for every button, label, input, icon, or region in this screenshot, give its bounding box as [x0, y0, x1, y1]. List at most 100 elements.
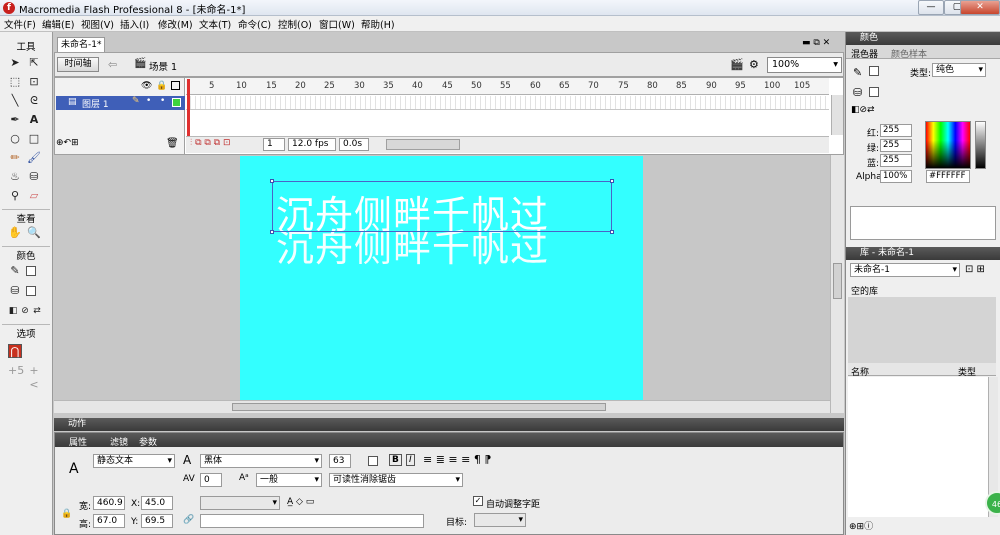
zoom-select[interactable]: 100% ▾ — [767, 57, 842, 73]
outline-icon[interactable] — [171, 81, 180, 90]
color-type-select[interactable]: 纯色 ▾ — [932, 63, 986, 77]
align-icons[interactable]: ≡ ≣ ≡ ≡ ¶ ⁋ — [423, 453, 491, 466]
menu-text[interactable]: 文本(T) — [199, 17, 231, 31]
stage-vscroll[interactable] — [830, 155, 844, 413]
width-input[interactable]: 460.9 — [93, 496, 125, 510]
ink-bottle-icon[interactable]: ♨ — [8, 170, 22, 184]
line-tool-icon[interactable]: ╲ — [8, 94, 22, 108]
tab-filters[interactable]: 滤镜 — [110, 435, 128, 448]
mixer-small-icons[interactable]: ◧⊘⇄ — [851, 105, 875, 115]
auto-kern-checkbox[interactable]: ✓ — [473, 496, 483, 506]
oval-tool-icon[interactable]: ○ — [8, 132, 22, 146]
zoom-tool-icon[interactable]: 🔍 — [27, 226, 41, 240]
brightness-bar[interactable] — [975, 121, 986, 169]
text-type-select[interactable]: 静态文本 ▾ — [93, 454, 175, 468]
minimize-button[interactable]: — — [918, 0, 944, 15]
lock-ratio-icon[interactable]: 🔒 — [61, 509, 72, 519]
frame-rate[interactable]: 12.0 fps — [288, 138, 336, 151]
pencil-tool-icon[interactable]: ✏ — [8, 151, 22, 165]
lock-dot-icon[interactable]: • — [160, 96, 165, 106]
text-selection-box[interactable] — [270, 179, 614, 234]
link-input[interactable] — [200, 514, 424, 528]
color-spectrum[interactable] — [925, 121, 971, 169]
brush-tool-icon[interactable]: 🖌 — [27, 151, 41, 165]
trash-icon[interactable]: 🗑 — [166, 138, 179, 149]
fill-color-icon[interactable]: ⛁ — [8, 284, 22, 298]
resize-handle[interactable] — [610, 230, 614, 234]
pen-tool-icon[interactable]: ✒ — [8, 113, 22, 127]
menu-help[interactable]: 帮助(H) — [361, 17, 395, 31]
font-select[interactable]: 黑体 ▾ — [200, 454, 322, 468]
stage-hscroll[interactable] — [54, 400, 830, 413]
fill-color-swatch[interactable] — [26, 286, 36, 296]
layer-row[interactable]: ▤ 图层 1 ✎ • • — [56, 96, 185, 110]
green-input[interactable]: 255 — [880, 139, 912, 152]
paint-bucket-icon[interactable]: ⛁ — [27, 170, 41, 184]
red-input[interactable]: 255 — [880, 124, 912, 137]
actions-panel-header[interactable]: 动作 — [54, 418, 844, 431]
library-list[interactable] — [848, 377, 988, 517]
document-tab[interactable]: 未命名-1* — [57, 37, 105, 52]
resize-handle[interactable] — [270, 230, 274, 234]
bold-icon[interactable]: B — [389, 454, 402, 466]
italic-icon[interactable]: I — [406, 454, 415, 466]
menu-window[interactable]: 窗口(W) — [319, 17, 355, 31]
menu-command[interactable]: 命令(C) — [238, 17, 271, 31]
menu-insert[interactable]: 插入(I) — [120, 17, 149, 31]
close-button[interactable]: ✕ — [960, 0, 1000, 15]
menu-control[interactable]: 控制(O) — [278, 17, 312, 31]
lasso-tool-icon[interactable]: ᘓ — [27, 94, 41, 108]
edit-symbol-icon[interactable]: ⚙ — [749, 58, 759, 71]
tab-swatches[interactable]: 颜色样本 — [891, 47, 927, 60]
back-arrow-icon[interactable]: ⇦ — [108, 58, 117, 71]
height-input[interactable]: 67.0 — [93, 514, 125, 528]
mixer-fill-swatch[interactable] — [869, 87, 879, 97]
library-pin-icons[interactable]: ⊡ ⊞ — [965, 264, 985, 275]
edit-scene-icon[interactable]: 🎬 — [730, 58, 744, 71]
layer-color-icon[interactable] — [172, 98, 181, 107]
menu-modify[interactable]: 修改(M) — [158, 17, 193, 31]
y-input[interactable]: 69.5 — [141, 514, 173, 528]
resize-handle[interactable] — [610, 179, 614, 183]
url-select[interactable]: ▾ — [200, 496, 280, 510]
fill-transform-icon[interactable]: ⊡ — [27, 75, 41, 89]
subselect-tool-icon[interactable]: ⇱ — [27, 56, 41, 70]
library-footer-icons[interactable]: ⊕⊞ⓘ — [849, 519, 873, 532]
menu-file[interactable]: 文件(F) — [4, 17, 36, 31]
mixer-stroke-swatch[interactable] — [869, 66, 879, 76]
frame-ruler[interactable]: 5 10 15 20 25 30 35 40 45 50 55 60 65 70… — [186, 78, 829, 95]
straighten-icon[interactable]: +< — [27, 364, 41, 391]
snap-magnet-icon[interactable]: ⋂ — [8, 344, 22, 358]
hand-tool-icon[interactable]: ✋ — [8, 226, 22, 240]
char-position-select[interactable]: 一般 ▾ — [256, 473, 322, 487]
blue-input[interactable]: 255 — [880, 154, 912, 167]
tracking-input[interactable]: 0 — [200, 473, 222, 487]
hex-input[interactable]: #FFFFFF — [926, 170, 970, 183]
x-input[interactable]: 45.0 — [141, 496, 173, 510]
library-doc-select[interactable]: 未命名-1 ▾ — [850, 263, 960, 277]
doc-window-buttons-icon[interactable]: ▬ ⧉ ✕ — [802, 38, 830, 48]
eyedropper-icon[interactable]: ⚲ — [8, 189, 22, 203]
timeline-vscroll[interactable] — [831, 95, 843, 135]
eye-icon[interactable]: 👁 — [141, 81, 152, 91]
arrow-tool-icon[interactable]: ➤ — [8, 56, 22, 70]
color-panel-header[interactable]: 颜色 — [846, 32, 1000, 45]
tab-properties[interactable]: 属性 — [69, 435, 87, 448]
scene-label[interactable]: 场景 1 — [149, 59, 177, 73]
frame-strip[interactable] — [186, 96, 829, 110]
visible-dot-icon[interactable]: • — [146, 96, 151, 106]
tab-mixer[interactable]: 混色器 — [851, 47, 878, 60]
render-select[interactable]: 可读性消除锯齿 ▾ — [329, 473, 463, 487]
resize-handle[interactable] — [270, 179, 274, 183]
rectangle-tool-icon[interactable]: □ — [27, 132, 41, 146]
alpha-input[interactable]: 100% — [880, 170, 912, 183]
stroke-color-icon[interactable]: ✎ — [8, 264, 22, 278]
library-panel-header[interactable]: 库 - 未命名-1 — [846, 247, 1000, 260]
eraser-tool-icon[interactable]: ▱ — [27, 189, 41, 203]
target-select[interactable]: ▾ — [474, 513, 526, 527]
menu-view[interactable]: 视图(V) — [81, 17, 114, 31]
free-transform-icon[interactable]: ⬚ — [8, 75, 22, 89]
selectable-icons[interactable]: A̲ ◇ ▭ — [287, 497, 314, 507]
font-size-input[interactable]: 63 — [329, 454, 351, 468]
tab-parameters[interactable]: 参数 — [139, 435, 157, 448]
